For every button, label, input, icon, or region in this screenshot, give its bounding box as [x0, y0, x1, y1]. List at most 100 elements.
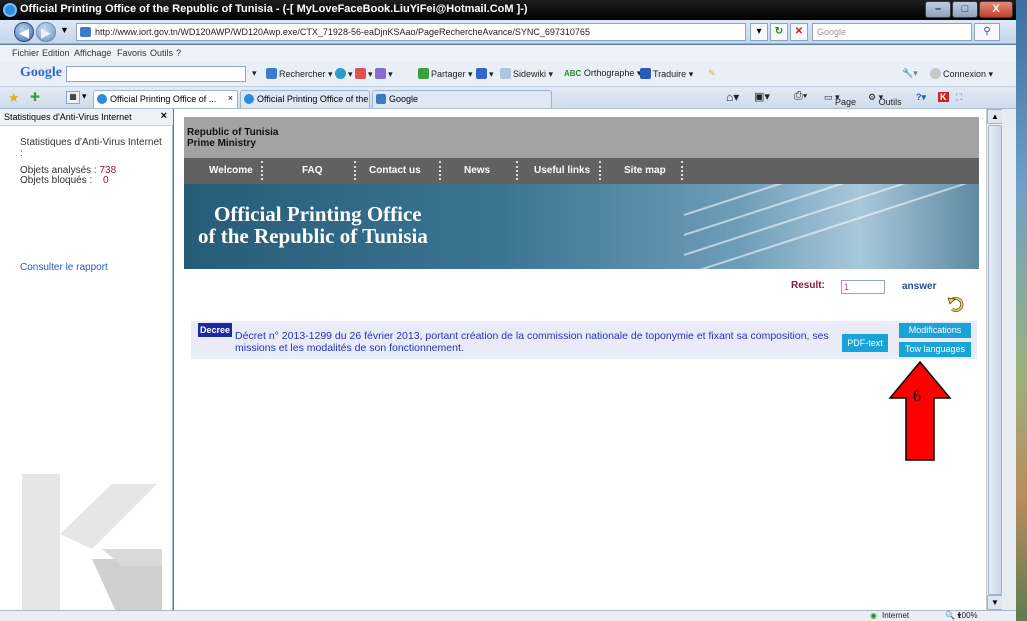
command-bar: ⌂▾ ▣▾ ⎙▾ ▭ Page ▾ ⚙ Outils ▾ ?▾ K ⛶ — [720, 87, 1016, 109]
pencil-icon[interactable]: ✎ — [708, 68, 716, 79]
forward-button[interactable]: ▶ — [36, 22, 56, 42]
menu-edition[interactable]: Edition — [42, 48, 70, 58]
close-button[interactable]: X — [979, 1, 1013, 18]
home-icon[interactable]: ⌂▾ — [726, 90, 739, 104]
favorites-star-icon[interactable]: ★ — [8, 90, 20, 106]
stop-icon[interactable]: ✕ — [790, 23, 808, 41]
site-banner: Official Printing Office of the Republic… — [184, 184, 979, 269]
menu-affichage[interactable]: Affichage — [74, 48, 111, 58]
decree-badge: Decree — [198, 323, 233, 337]
modifications-button[interactable]: Modifications — [899, 323, 971, 338]
maximize-button[interactable]: □ — [952, 1, 978, 18]
google-search-button[interactable]: Rechercher ▾ — [266, 68, 333, 80]
back-button[interactable]: ◀ — [14, 22, 34, 42]
right-edge-panel — [1002, 109, 1016, 610]
decree-link[interactable]: Décret n° 2013-1299 du 26 février 2013, … — [235, 330, 835, 354]
result-label: Result: — [791, 280, 825, 291]
tab-google[interactable]: Google — [372, 90, 552, 108]
bookmarks-icon[interactable]: ▾ — [476, 68, 494, 80]
nav-useful-links[interactable]: Useful links — [534, 165, 590, 176]
nav-separator — [439, 161, 441, 180]
zoom-level[interactable]: 🔍 100% ▾ — [945, 611, 978, 620]
tab-iort-1[interactable]: Official Printing Office of ... × — [93, 90, 238, 108]
result-count-field[interactable]: 1 — [841, 280, 885, 294]
url-input[interactable]: http://www.iort.gov.tn/WD120AWP/WD120Awp… — [76, 23, 746, 41]
scroll-thumb[interactable] — [988, 125, 1002, 595]
nav-welcome[interactable]: Welcome — [209, 165, 253, 176]
menu-help[interactable]: ? — [176, 48, 181, 58]
quick-tabs-icon[interactable]: ▦ — [66, 91, 80, 104]
translate-button[interactable]: Traduire ▾ — [640, 68, 693, 80]
vertical-scrollbar[interactable]: ▲ ▼ — [986, 109, 1003, 610]
annotation-up-arrow-icon — [888, 360, 952, 461]
nav-faq[interactable]: FAQ — [302, 165, 323, 176]
addon-k-icon[interactable]: K — [938, 92, 949, 102]
refresh-icon[interactable]: ↻ — [770, 23, 788, 41]
pdf-text-button[interactable]: PDF-text — [842, 334, 888, 352]
feeds-icon[interactable]: ▣▾ — [754, 90, 770, 103]
wrench-icon[interactable]: 🔧▾ — [902, 68, 918, 79]
page-menu[interactable]: ▭ Page ▾ — [824, 92, 856, 107]
header-country: Republic of Tunisia — [187, 127, 279, 138]
sidebar-header-title: Statistiques d'Anti-Virus Internet — [4, 112, 132, 122]
banner-decoration — [683, 184, 979, 269]
page-icon — [80, 27, 91, 37]
menu-bar: Fichier Edition Affichage Favoris Outils… — [0, 45, 1016, 61]
url-text: http://www.iort.gov.tn/WD120AWP/WD120Awp… — [95, 27, 590, 37]
url-dropdown-icon[interactable]: ▾ — [750, 23, 768, 41]
antivirus-sidebar: Statistiques d'Anti-Virus Internet × Sta… — [0, 109, 173, 621]
two-languages-button[interactable]: Tow languages — [899, 342, 971, 357]
nav-separator — [599, 161, 601, 180]
annotation-number: 6 — [913, 388, 921, 405]
nav-separator — [354, 161, 356, 180]
addon-icon[interactable]: ⛶ — [956, 92, 962, 103]
address-bar: ◀ ▶ ▼ http://www.iort.gov.tn/WD120AWP/WD… — [0, 20, 1016, 44]
sidewiki-button[interactable]: Sidewiki ▾ — [500, 68, 553, 80]
tab-close-icon[interactable]: × — [228, 93, 233, 103]
zone-label: Internet — [882, 611, 910, 620]
nav-site-map[interactable]: Site map — [624, 165, 666, 176]
tools-menu[interactable]: ⚙ Outils ▾ — [868, 92, 902, 107]
window-title: Official Printing Office of the Republic… — [20, 3, 528, 15]
header-ministry: Prime Ministry — [187, 138, 256, 149]
share-button[interactable]: Partager ▾ — [418, 68, 473, 80]
sidewiki-icon — [500, 68, 511, 79]
kaspersky-logo-icon — [22, 474, 162, 614]
nav-news[interactable]: News — [464, 165, 490, 176]
toolbar-extra-icons[interactable]: ▾ ▾ ▾ — [335, 68, 393, 80]
spellcheck-icon: ABC — [564, 69, 582, 78]
google-logo: Google — [20, 65, 62, 80]
sidebar-close-icon[interactable]: × — [161, 110, 167, 122]
history-dropdown-icon[interactable]: ▼ — [60, 25, 69, 35]
web-content: Republic of Tunisia Prime Ministry Welco… — [174, 109, 986, 610]
menu-favoris[interactable]: Favoris — [117, 48, 147, 58]
tab-iort-2[interactable]: Official Printing Office of the ... — [240, 90, 370, 108]
nav-separator — [681, 161, 683, 180]
add-favorite-icon[interactable]: ✚ — [30, 90, 40, 104]
print-icon[interactable]: ⎙▾ — [794, 90, 807, 103]
nav-contact[interactable]: Contact us — [369, 165, 421, 176]
scroll-down-icon[interactable]: ▼ — [987, 595, 1003, 610]
ie-icon — [3, 3, 17, 17]
minimize-button[interactable]: – — [925, 1, 951, 18]
report-link[interactable]: Consulter le rapport — [20, 262, 108, 273]
spellcheck-button[interactable]: ABC Orthographe ▾ — [564, 68, 641, 79]
search-icon[interactable]: ⚲ — [974, 23, 1000, 41]
zone-globe-icon: ◉ — [870, 611, 877, 620]
ie-tab-icon — [244, 94, 254, 104]
sidebar-title: Statistiques d'Anti-Virus Internet: — [20, 137, 162, 159]
desktop-background — [1016, 0, 1027, 621]
share-icon — [418, 68, 429, 79]
google-dropdown-icon[interactable]: ▾ — [252, 68, 257, 79]
tab-list-icon[interactable]: ▾ — [82, 91, 87, 102]
blocked-count: 0 — [103, 175, 109, 186]
menu-outils[interactable]: Outils — [150, 48, 173, 58]
scroll-up-icon[interactable]: ▲ — [987, 109, 1003, 124]
banner-decoration — [683, 184, 979, 216]
google-search-input[interactable] — [66, 66, 246, 82]
connexion-button[interactable]: Connexion ▾ — [930, 68, 993, 80]
help-icon[interactable]: ?▾ — [916, 92, 926, 103]
search-input[interactable]: Google — [812, 23, 972, 41]
back-arrow-icon[interactable] — [947, 295, 965, 313]
menu-fichier[interactable]: Fichier — [12, 48, 39, 58]
